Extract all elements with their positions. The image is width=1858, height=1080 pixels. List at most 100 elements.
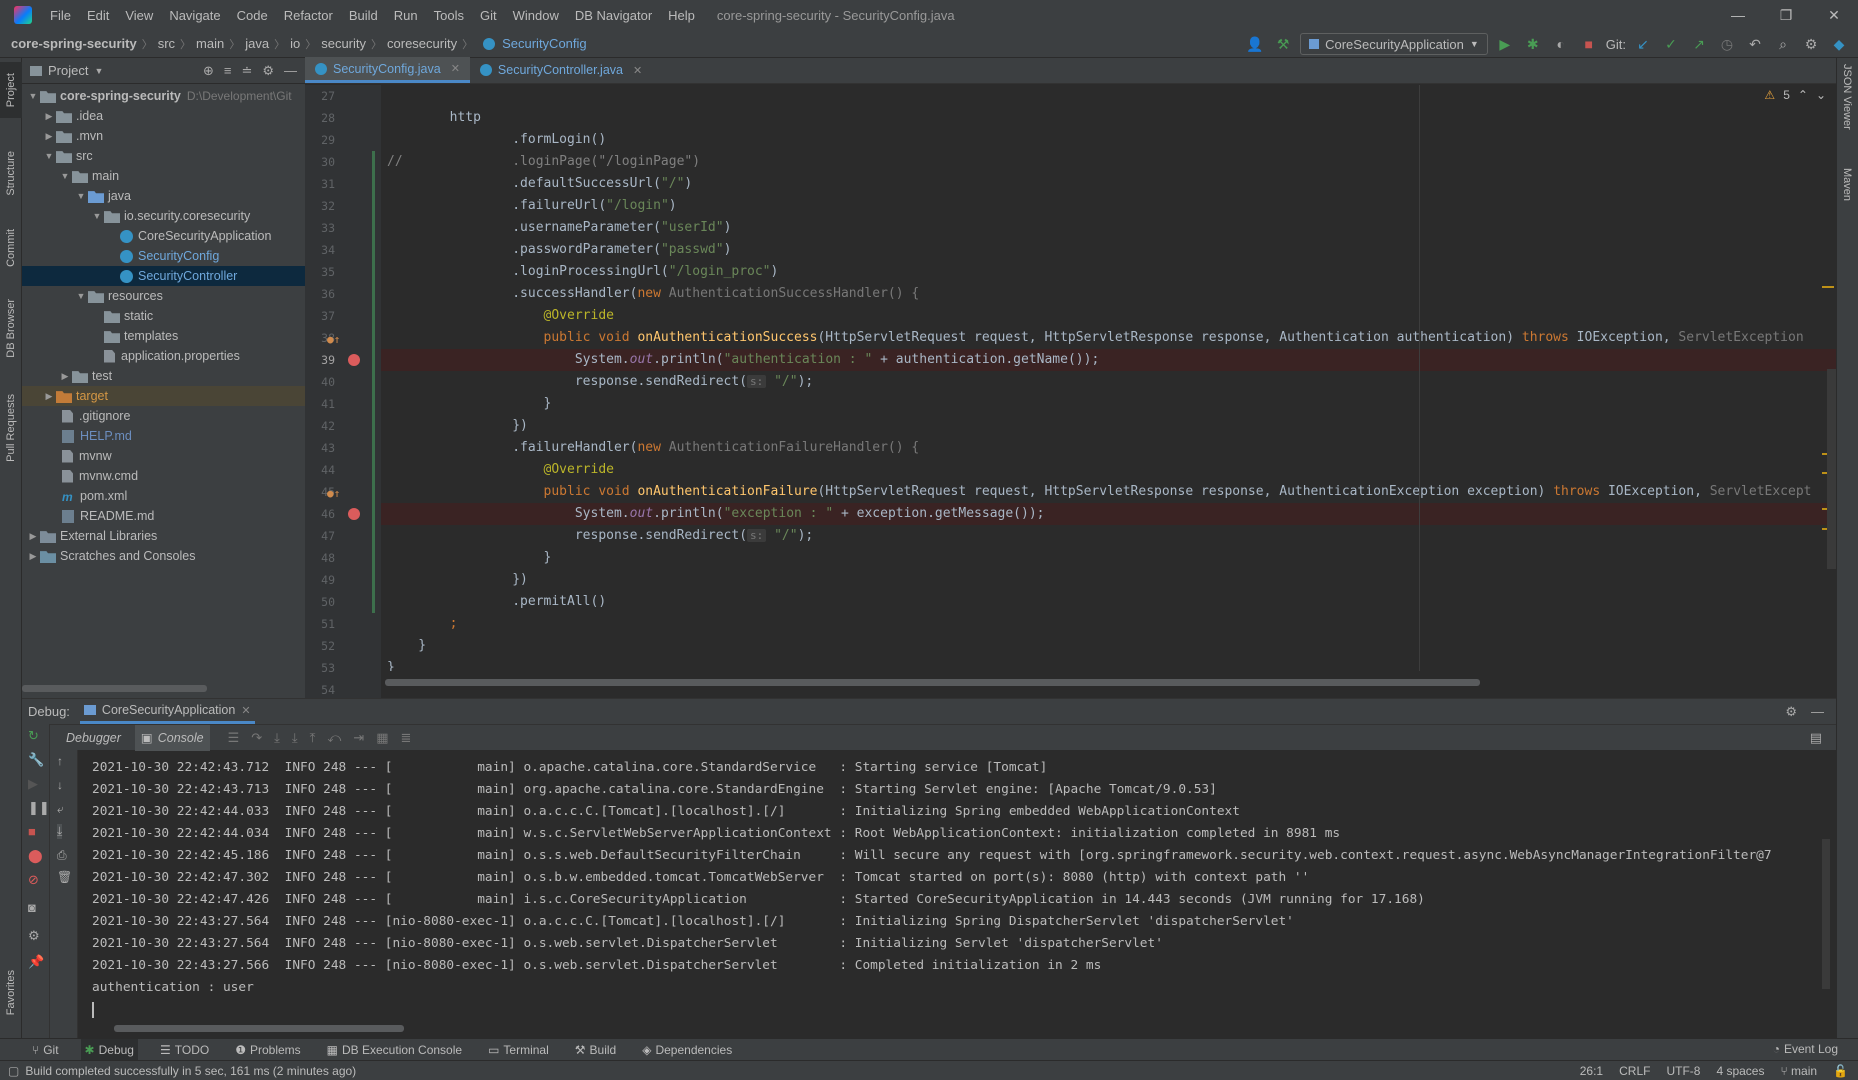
mute-breakpoints-icon[interactable]: ⊘ <box>28 872 39 888</box>
chevron-right-icon[interactable]: ▶ <box>42 111 56 122</box>
menu-git[interactable]: Git <box>472 8 505 23</box>
console-output[interactable]: 2021-10-30 22:42:43.712 INFO 248 --- [ m… <box>92 757 1832 1027</box>
tree-item-mvnw[interactable]: mvnw <box>22 446 305 466</box>
lock-icon[interactable]: 🔓 <box>1833 1064 1848 1078</box>
tree-item-readme[interactable]: README.md <box>22 506 305 526</box>
tree-item-mvnw-cmd[interactable]: mvnw.cmd <box>22 466 305 486</box>
warning-stripe[interactable] <box>1822 286 1834 288</box>
tree-item-external-libraries[interactable]: ▶ External Libraries <box>22 526 305 546</box>
git-update-icon[interactable]: ↙ <box>1632 33 1654 55</box>
minimize-icon[interactable]: — <box>1714 0 1762 30</box>
rerun-icon[interactable]: ↻ <box>28 728 39 744</box>
chevron-down-icon[interactable]: ▼ <box>74 291 88 301</box>
event-log-button[interactable]: ◔ Event Log <box>1773 1038 1838 1060</box>
breakpoint-icon[interactable] <box>348 508 360 520</box>
status-message[interactable]: Build completed successfully in 5 sec, 1… <box>25 1064 356 1078</box>
close-tab-icon[interactable]: ✕ <box>451 62 460 75</box>
chevron-down-icon[interactable]: ▼ <box>74 191 88 201</box>
horizontal-scrollbar[interactable] <box>22 685 207 692</box>
tool-tab-project[interactable]: Project <box>0 62 22 118</box>
close-tab-icon[interactable]: ✕ <box>241 704 250 717</box>
tree-item-src[interactable]: ▼ src <box>22 146 305 166</box>
tree-item-application-properties[interactable]: application.properties <box>22 346 305 366</box>
settings-gear-icon[interactable]: ⚙ <box>1800 33 1822 55</box>
chevron-down-icon[interactable]: ▼ <box>26 91 40 101</box>
step-out-icon[interactable]: ⤒ <box>310 730 316 746</box>
tool-tab-problems[interactable]: ❶ Problems <box>231 1039 304 1061</box>
settings-gear-icon[interactable]: ⚙ <box>28 928 40 944</box>
debug-bug-icon[interactable]: ✱ <box>1522 33 1544 55</box>
menu-run[interactable]: Run <box>386 8 426 23</box>
tool-tab-db-browser[interactable]: DB Browser <box>0 288 22 368</box>
menu-window[interactable]: Window <box>505 8 567 23</box>
settings-gear-icon[interactable]: ⚙ <box>262 63 274 79</box>
tool-tab-maven[interactable]: Maven <box>1841 168 1853 201</box>
layout-icon[interactable]: ▤ <box>1810 730 1822 746</box>
pin-icon[interactable]: 📌 <box>28 954 44 970</box>
trace-icon[interactable]: ≣ <box>401 730 412 746</box>
tree-item-static[interactable]: static <box>22 306 305 326</box>
code-area[interactable]: http .formLogin() // .loginPage("/loginP… <box>381 85 1836 671</box>
breadcrumb-project[interactable]: core-spring-security <box>8 36 140 51</box>
tab-debugger[interactable]: Debugger <box>60 725 127 751</box>
tool-tab-favorites[interactable]: Favorites <box>0 958 22 1028</box>
tree-item-package[interactable]: ▼ io.security.coresecurity <box>22 206 305 226</box>
override-marker-icon[interactable]: ●↑ <box>327 333 340 346</box>
menu-build[interactable]: Build <box>341 8 386 23</box>
menu-tools[interactable]: Tools <box>426 8 472 23</box>
breadcrumb-java[interactable]: java <box>242 36 272 51</box>
breadcrumb-main[interactable]: main <box>193 36 227 51</box>
chevron-down-icon[interactable]: ▼ <box>58 171 72 181</box>
breakpoint-icon[interactable] <box>348 354 360 366</box>
project-panel-title[interactable]: Project <box>48 63 88 78</box>
tree-item-pom-xml[interactable]: m pom.xml <box>22 486 305 506</box>
pause-icon[interactable]: ❚❚ <box>28 800 50 816</box>
wrench-icon[interactable]: 🔧 <box>28 752 44 768</box>
chevron-down-icon[interactable]: ⌄ <box>1816 88 1826 102</box>
inspection-widget[interactable]: ⚠ 5 ⌃ ⌄ <box>1764 88 1826 102</box>
menu-refactor[interactable]: Refactor <box>276 8 341 23</box>
tool-tab-pull-requests[interactable]: Pull Requests <box>0 378 22 478</box>
chevron-down-icon[interactable]: ▼ <box>42 151 56 161</box>
menu-navigate[interactable]: Navigate <box>161 8 228 23</box>
history-icon[interactable]: ◷ <box>1716 33 1738 55</box>
vertical-scrollbar[interactable] <box>1827 369 1836 569</box>
tree-item-idea[interactable]: ▶ .idea <box>22 106 305 126</box>
menu-file[interactable]: File <box>42 8 79 23</box>
step-over-icon[interactable]: ↷ <box>251 730 262 746</box>
user-icon[interactable]: 👤 <box>1244 33 1266 55</box>
tree-item-coresecurityapplication[interactable]: CoreSecurityApplication <box>22 226 305 246</box>
run-icon[interactable]: ▶ <box>1494 33 1516 55</box>
tree-item-root[interactable]: ▼ core-spring-security D:\Development\Git <box>22 86 305 106</box>
tree-item-templates[interactable]: templates <box>22 326 305 346</box>
build-hammer-icon[interactable]: ⚒ <box>1272 33 1294 55</box>
tab-securityconfig[interactable]: SecurityConfig.java ✕ <box>305 57 470 83</box>
line-number-gutter[interactable]: 27 28 29 30 31 32 33 34 35 36 37 38 39 4… <box>305 85 381 698</box>
force-step-into-icon[interactable]: ⤓ <box>292 730 298 746</box>
camera-icon[interactable]: ◙ <box>28 900 36 915</box>
tool-tab-json-viewer[interactable]: JSON Viewer <box>1841 64 1853 130</box>
chevron-right-icon[interactable]: ▶ <box>26 551 40 562</box>
tool-tab-db-execution-console[interactable]: ▦ DB Execution Console <box>323 1039 466 1061</box>
trash-icon[interactable]: 🗑 <box>57 870 72 884</box>
tree-item-securitycontroller[interactable]: SecurityController <box>22 266 305 286</box>
hide-panel-icon[interactable]: — <box>284 63 297 79</box>
tree-item-resources[interactable]: ▼ resources <box>22 286 305 306</box>
step-into-icon[interactable]: ⤓ <box>274 730 280 746</box>
view-breakpoints-icon[interactable]: ⬤ <box>28 848 43 864</box>
hide-panel-icon[interactable]: — <box>1811 704 1824 720</box>
arrow-down-icon[interactable]: ↓ <box>57 778 63 792</box>
close-window-icon[interactable]: ✕ <box>1810 0 1858 30</box>
stop-icon[interactable]: ■ <box>28 824 36 839</box>
breadcrumb-security[interactable]: security <box>318 36 369 51</box>
line-separator[interactable]: CRLF <box>1619 1064 1650 1078</box>
breadcrumb-src[interactable]: src <box>155 36 178 51</box>
tree-item-scratches[interactable]: ▶ Scratches and Consoles <box>22 546 305 566</box>
tool-tab-commit[interactable]: Commit <box>0 218 22 278</box>
resume-icon[interactable]: ▶ <box>28 776 38 792</box>
tree-item-test[interactable]: ▶ test <box>22 366 305 386</box>
chevron-down-icon[interactable]: ▼ <box>94 66 103 76</box>
scroll-to-end-icon[interactable]: ⤓ <box>57 824 63 839</box>
restore-icon[interactable]: ❐ <box>1762 0 1810 30</box>
tree-item-target[interactable]: ▶ target <box>22 386 305 406</box>
